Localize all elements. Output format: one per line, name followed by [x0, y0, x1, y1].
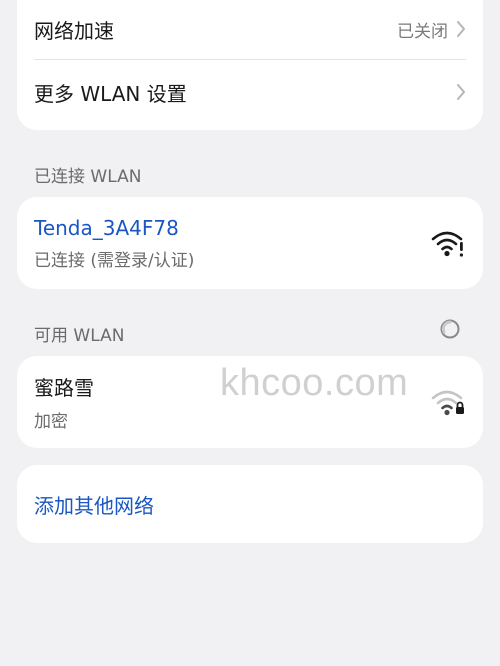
- add-network-card[interactable]: 添加其他网络: [17, 465, 483, 543]
- add-network-button[interactable]: 添加其他网络: [17, 465, 483, 543]
- chevron-right-icon: [456, 83, 466, 101]
- available-network-ssid: 蜜路雪: [34, 376, 94, 400]
- wifi-warning-icon: [430, 228, 466, 258]
- chevron-right-icon: [456, 20, 466, 38]
- wifi-lock-icon: [430, 387, 466, 417]
- connected-wlan-header: 已连接 WLAN: [34, 167, 142, 187]
- more-wlan-settings-row[interactable]: 更多 WLAN 设置: [17, 64, 483, 120]
- connected-network-row[interactable]: Tenda_3A4F78 已连接 (需登录/认证): [17, 197, 483, 289]
- settings-card: 网络加速 已关闭 更多 WLAN 设置: [17, 0, 483, 130]
- watermark: khcoo.com: [220, 362, 409, 404]
- settings-divider: [34, 59, 466, 60]
- connected-network-status: 已连接 (需登录/认证): [34, 250, 195, 271]
- network-accel-value: 已关闭: [397, 21, 448, 42]
- available-network-security: 加密: [34, 412, 68, 432]
- available-network-text: 蜜路雪 加密: [34, 372, 94, 432]
- network-accel-label: 网络加速: [34, 18, 114, 43]
- available-wlan-header: 可用 WLAN: [34, 326, 125, 346]
- scanning-spinner-icon: [439, 318, 461, 340]
- connected-network-text: Tenda_3A4F78 已连接 (需登录/认证): [34, 216, 194, 271]
- connected-network-card[interactable]: Tenda_3A4F78 已连接 (需登录/认证): [17, 197, 483, 289]
- more-wlan-settings-label: 更多 WLAN 设置: [34, 81, 187, 106]
- connected-network-ssid: Tenda_3A4F78: [34, 215, 179, 240]
- add-network-label: 添加其他网络: [34, 493, 154, 518]
- network-accel-row[interactable]: 网络加速 已关闭: [17, 0, 483, 58]
